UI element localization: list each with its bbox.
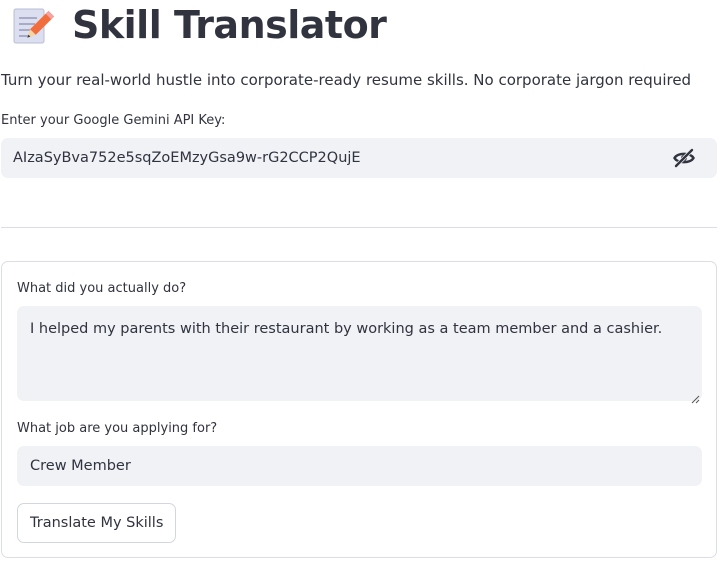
api-key-value: AIzaSyBva752e5sqZoEMzyGsa9w-rG2CCP2QujE xyxy=(13,150,361,166)
experience-textarea[interactable]: I helped my parents with their restauran… xyxy=(17,306,702,404)
api-key-input[interactable]: AIzaSyBva752e5sqZoEMzyGsa9w-rG2CCP2QujE xyxy=(1,138,717,178)
job-value: Crew Member xyxy=(30,458,131,474)
page-title: Skill Translator xyxy=(72,3,387,47)
memo-icon xyxy=(10,3,55,47)
resize-handle-icon[interactable] xyxy=(690,389,700,404)
api-key-label: Enter your Google Gemini API Key: xyxy=(1,113,226,128)
eye-slash-icon[interactable] xyxy=(673,148,695,168)
page-subtitle: Turn your real-world hustle into corpora… xyxy=(1,71,692,89)
skill-form: What did you actually do? I helped my pa… xyxy=(1,261,717,558)
experience-value: I helped my parents with their restauran… xyxy=(30,321,663,337)
experience-label: What did you actually do? xyxy=(17,281,187,296)
translate-button[interactable]: Translate My Skills xyxy=(17,503,177,543)
divider xyxy=(1,227,717,228)
job-label: What job are you applying for? xyxy=(17,421,218,436)
header: Skill Translator xyxy=(10,0,387,50)
app-page: Skill Translator Turn your real-world hu… xyxy=(0,0,727,573)
job-input[interactable]: Crew Member xyxy=(17,446,702,486)
